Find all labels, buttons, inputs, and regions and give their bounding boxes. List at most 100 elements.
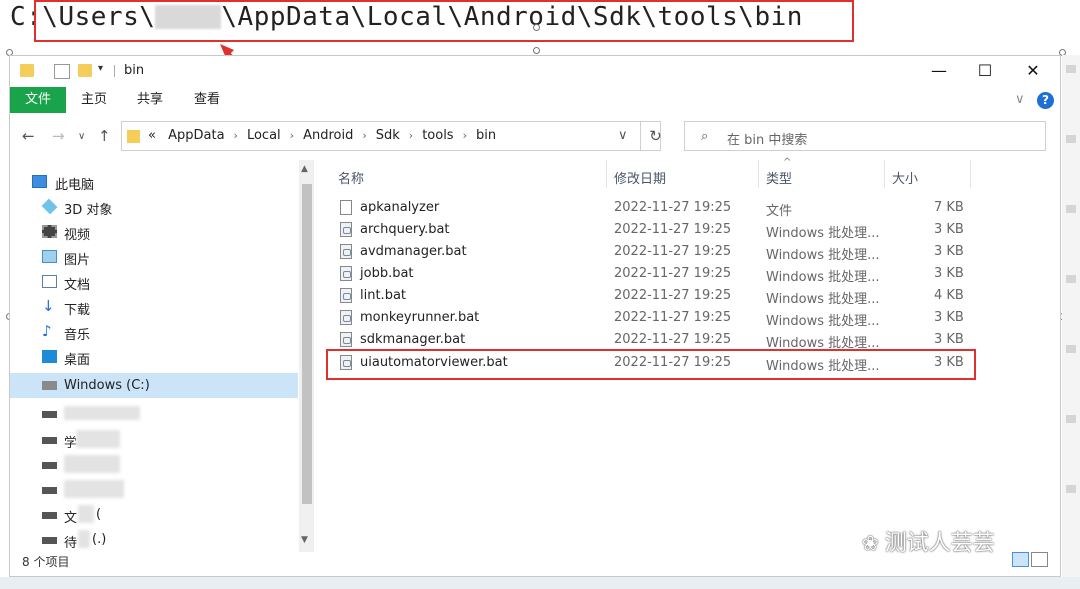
- table-row[interactable]: jobb.bat 2022-11-27 19:25 Windows 批处理...…: [338, 263, 978, 285]
- up-arrow-icon[interactable]: ↑: [98, 127, 111, 145]
- table-row[interactable]: apkanalyzer 2022-11-27 19:25 文件 7 KB: [338, 197, 978, 219]
- sidebar-item-drive-redacted[interactable]: 文 (: [10, 503, 298, 527]
- breadcrumb-sdk[interactable]: Sdk: [376, 128, 400, 143]
- drive-icon: [42, 487, 57, 494]
- sidebar-item-drive-redacted[interactable]: 学: [10, 428, 298, 452]
- file-date: 2022-11-27 19:25: [614, 288, 732, 303]
- sidebar-item-documents[interactable]: 文档: [10, 270, 298, 294]
- search-input[interactable]: ⌕ 在 bin 中搜索: [684, 121, 1046, 151]
- sort-caret-icon: ^: [783, 157, 792, 168]
- tab-view[interactable]: 查看: [194, 87, 220, 113]
- address-dropdown-icon[interactable]: ∨: [618, 128, 628, 143]
- sidebar-scroll-thumb[interactable]: [302, 184, 312, 504]
- drive-icon: [42, 512, 57, 519]
- file-type: Windows 批处理...: [766, 292, 880, 307]
- tab-home[interactable]: 主页: [81, 87, 107, 113]
- folder-icon: [20, 64, 34, 77]
- column-header-date[interactable]: 修改日期: [614, 168, 666, 187]
- column-header-name[interactable]: 名称: [338, 168, 364, 187]
- sidebar-item-drive-redacted[interactable]: [10, 453, 298, 477]
- file-date: 2022-11-27 19:25: [614, 244, 732, 259]
- tab-share[interactable]: 共享: [137, 87, 163, 113]
- chevron-right-icon[interactable]: ›: [409, 129, 413, 142]
- refresh-icon[interactable]: ↻: [640, 121, 670, 151]
- sidebar-item-drive-redacted[interactable]: 待 (.): [10, 528, 298, 552]
- navigation-bar: ← → ∨ ↑ « AppData › Local › Android › Sdk › tool…: [10, 118, 1060, 154]
- sidebar-item-this-pc[interactable]: 此电脑: [10, 170, 298, 194]
- sidebar-item-music[interactable]: ♪ 音乐: [10, 320, 298, 344]
- address-bar[interactable]: « AppData › Local › Android › Sdk › tools › bin ∨: [121, 121, 661, 151]
- batch-file-icon: [340, 266, 352, 281]
- help-icon[interactable]: ?: [1037, 92, 1054, 109]
- batch-file-icon: [340, 244, 352, 259]
- sidebar-item-label: 图片: [64, 253, 91, 268]
- tab-file[interactable]: 文件: [10, 87, 66, 113]
- view-switcher: [1010, 552, 1048, 571]
- redacted-drive-label: [64, 406, 140, 420]
- breadcrumb-bin[interactable]: bin: [476, 128, 496, 143]
- close-button[interactable]: ✕: [1010, 56, 1056, 86]
- breadcrumb-appdata[interactable]: AppData: [168, 128, 224, 143]
- music-icon: ♪: [42, 322, 52, 340]
- file-size: 7 KB: [934, 200, 964, 215]
- scroll-down-arrow-icon[interactable]: ▼: [301, 535, 308, 545]
- sidebar-item-desktop[interactable]: 桌面: [10, 345, 298, 369]
- wechat-logo-icon: ❀: [862, 531, 879, 555]
- table-row[interactable]: avdmanager.bat 2022-11-27 19:25 Windows …: [338, 241, 978, 263]
- ribbon-expand-chevron-icon[interactable]: ∨: [1015, 92, 1025, 107]
- batch-file-icon: [340, 288, 352, 303]
- rotate-handle[interactable]: [533, 24, 540, 31]
- file-name: archquery.bat: [360, 222, 450, 237]
- table-row[interactable]: sdkmanager.bat 2022-11-27 19:25 Windows …: [338, 329, 978, 351]
- resize-handle-top[interactable]: [533, 47, 540, 54]
- file-size: 3 KB: [934, 310, 964, 325]
- file-date: 2022-11-27 19:25: [614, 222, 732, 237]
- details-view-icon[interactable]: [1012, 552, 1029, 567]
- chevron-right-icon[interactable]: ›: [234, 129, 238, 142]
- sidebar-item-label: 下载: [64, 303, 91, 318]
- large-icons-view-icon[interactable]: [1031, 552, 1048, 567]
- batch-file-icon: [340, 222, 352, 237]
- sidebar-item-3d-objects[interactable]: 3D 对象: [10, 195, 298, 219]
- sidebar-item-label: 此电脑: [55, 178, 95, 193]
- breadcrumb-local[interactable]: Local: [247, 128, 281, 143]
- sidebar-item-videos[interactable]: 视频: [10, 220, 298, 244]
- new-folder-icon[interactable]: [78, 64, 92, 77]
- maximize-button[interactable]: ☐: [962, 56, 1008, 86]
- search-icon: ⌕: [701, 129, 709, 144]
- background-strip-bottom: [0, 577, 1080, 589]
- status-item-count: 8 个项目: [22, 555, 70, 569]
- sidebar-item-drive-redacted[interactable]: [10, 402, 298, 426]
- sidebar-item-drive-redacted[interactable]: [10, 478, 298, 502]
- minimize-button[interactable]: —: [916, 56, 962, 86]
- properties-check-icon[interactable]: [54, 64, 70, 79]
- window-title: bin: [124, 63, 145, 78]
- column-header-type[interactable]: 类型: [766, 168, 792, 187]
- file-name: lint.bat: [360, 288, 407, 303]
- file-size: 3 KB: [934, 244, 964, 259]
- table-row[interactable]: monkeyrunner.bat 2022-11-27 19:25 Window…: [338, 307, 978, 329]
- back-arrow-icon[interactable]: ←: [22, 127, 35, 145]
- recent-dropdown-icon[interactable]: ∨: [78, 131, 85, 142]
- sidebar-item-downloads[interactable]: ↓ 下载: [10, 295, 298, 319]
- table-row[interactable]: archquery.bat 2022-11-27 19:25 Windows 批…: [338, 219, 978, 241]
- ribbon-tabs: 文件 主页 共享 查看 ∨ ?: [10, 87, 1060, 113]
- cube-icon: [41, 198, 58, 215]
- forward-arrow-icon[interactable]: →: [52, 127, 65, 145]
- sidebar-item-pictures[interactable]: 图片: [10, 245, 298, 269]
- drive-icon: [42, 437, 57, 444]
- sidebar-item-label: 文档: [64, 278, 91, 293]
- search-placeholder: 在 bin 中搜索: [727, 133, 808, 148]
- scroll-up-arrow-icon[interactable]: ▲: [301, 164, 308, 174]
- chevron-right-icon[interactable]: ›: [362, 129, 366, 142]
- breadcrumb-tools[interactable]: tools: [422, 128, 453, 143]
- breadcrumb-android[interactable]: Android: [303, 128, 353, 143]
- sidebar-item-windows-c[interactable]: Windows (C:): [10, 373, 298, 398]
- breadcrumb-overflow[interactable]: «: [148, 128, 156, 143]
- column-header-size[interactable]: 大小: [892, 168, 918, 187]
- watermark: ❀ 测试人芸芸: [862, 525, 995, 557]
- chevron-right-icon[interactable]: ›: [290, 129, 294, 142]
- chevron-right-icon[interactable]: ›: [463, 129, 467, 142]
- table-row[interactable]: lint.bat 2022-11-27 19:25 Windows 批处理...…: [338, 285, 978, 307]
- quick-access-dropdown-icon[interactable]: ▾: [98, 63, 112, 76]
